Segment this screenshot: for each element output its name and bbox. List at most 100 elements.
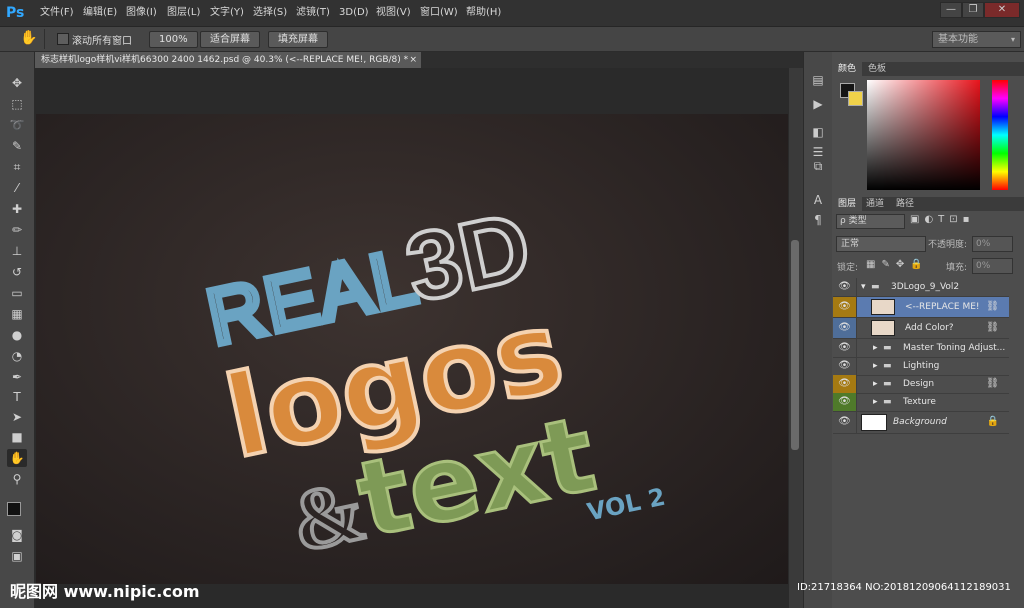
menu-view[interactable]: 视图(V) bbox=[376, 0, 411, 26]
minimize-button[interactable]: — bbox=[940, 2, 962, 18]
lock-icons[interactable]: ▦✎✥🔒 bbox=[866, 259, 929, 270]
menu-type[interactable]: 文字(Y) bbox=[210, 0, 244, 26]
panel-background-swatch[interactable] bbox=[848, 91, 863, 106]
link-icon: ⛓ bbox=[986, 378, 999, 389]
crop-tool-icon[interactable]: ⌗ bbox=[7, 158, 27, 176]
history-icon[interactable]: ▤ bbox=[809, 72, 827, 88]
path-select-icon[interactable]: ➤ bbox=[7, 408, 27, 426]
zoom-tool-icon[interactable]: ⚲ bbox=[7, 470, 27, 488]
menu-layer[interactable]: 图层(L) bbox=[167, 0, 200, 26]
menu-help[interactable]: 帮助(H) bbox=[466, 0, 501, 26]
paragraph-icon[interactable]: ¶ bbox=[809, 212, 827, 228]
history-brush-icon[interactable]: ↺ bbox=[7, 263, 27, 281]
gradient-tool-icon[interactable]: ▦ bbox=[7, 305, 27, 323]
fill-screen-button[interactable]: 填充屏幕 bbox=[268, 31, 328, 48]
menu-image[interactable]: 图像(I) bbox=[126, 0, 157, 26]
disclosure-closed-icon[interactable]: ▸ bbox=[873, 393, 878, 411]
blend-mode-select[interactable]: 正常 bbox=[836, 236, 926, 252]
layer-row-replace-me[interactable]: 👁 <--REPLACE ME! ⛓ bbox=[833, 297, 1009, 318]
artwork-canvas[interactable]: REAL 3D logos & text VOL 2 bbox=[36, 114, 788, 584]
divider bbox=[44, 29, 45, 49]
hand-tool-active-icon[interactable]: ✋ bbox=[7, 449, 27, 467]
close-window-button[interactable]: ✕ bbox=[984, 2, 1020, 18]
healing-brush-icon[interactable]: ✚ bbox=[7, 200, 27, 218]
tab-channels[interactable]: 通道 bbox=[860, 197, 890, 211]
clone-source-icon[interactable]: ⧉ bbox=[809, 158, 827, 174]
visibility-eye-icon[interactable]: 👁 bbox=[833, 357, 857, 375]
visibility-eye-icon[interactable]: 👁 bbox=[833, 339, 857, 357]
foreground-color-swatch[interactable] bbox=[7, 502, 21, 516]
tab-paths[interactable]: 路径 bbox=[890, 197, 920, 211]
scrollbar-thumb[interactable] bbox=[791, 240, 799, 450]
tab-color[interactable]: 颜色 bbox=[832, 62, 863, 76]
restore-button[interactable]: ❐ bbox=[962, 2, 984, 18]
hand-tool-icon[interactable]: ✋ bbox=[20, 30, 37, 46]
layer-row-group-3dlogo[interactable]: 👁 ▾ ▬ 3DLogo_9_Vol2 bbox=[833, 278, 1009, 297]
disclosure-closed-icon[interactable]: ▸ bbox=[873, 339, 878, 357]
panel-icon-strip: ▤ ▶ ◧ ☰ ⧉ A ¶ bbox=[803, 52, 833, 608]
layer-row-design[interactable]: 👁 ▸ ▬ Design ⛓ bbox=[833, 375, 1009, 394]
clone-stamp-icon[interactable]: ⊥ bbox=[7, 242, 27, 260]
disclosure-closed-icon[interactable]: ▸ bbox=[873, 375, 878, 393]
layer-filter-select[interactable]: ρ 类型 bbox=[836, 214, 905, 229]
menu-edit[interactable]: 编辑(E) bbox=[83, 0, 117, 26]
blur-tool-icon[interactable]: ● bbox=[7, 326, 27, 344]
opacity-input[interactable]: 0% bbox=[972, 236, 1013, 252]
menu-file[interactable]: 文件(F) bbox=[40, 0, 74, 26]
watermark-text: 昵图网 www.nipic.com bbox=[10, 582, 200, 601]
move-tool-icon[interactable]: ✥ bbox=[7, 74, 27, 92]
layer-row-master-toning[interactable]: 👁 ▸ ▬ Master Toning Adjust... bbox=[833, 339, 1009, 358]
scroll-all-checkbox[interactable] bbox=[57, 33, 69, 45]
menu-select[interactable]: 选择(S) bbox=[253, 0, 287, 26]
fit-screen-button[interactable]: 适合屏幕 bbox=[200, 31, 260, 48]
options-bar: ✋ 滚动所有窗口 100% 适合屏幕 填充屏幕 基本功能 ▾ bbox=[0, 27, 1024, 52]
folder-icon: ▬ bbox=[883, 379, 892, 389]
color-picker-field[interactable] bbox=[867, 80, 980, 190]
visibility-eye-icon[interactable]: 👁 bbox=[833, 297, 857, 317]
layer-row-add-color[interactable]: 👁 Add Color? ⛓ bbox=[833, 318, 1009, 339]
fill-input[interactable]: 0% bbox=[972, 258, 1013, 274]
menu-filter[interactable]: 滤镜(T) bbox=[296, 0, 330, 26]
visibility-eye-icon[interactable]: 👁 bbox=[833, 411, 857, 433]
document-tab[interactable]: 标志样机logo样机vi样机66300 2400 1462.psd @ 40.3… bbox=[35, 52, 421, 68]
pen-tool-icon[interactable]: ✒ bbox=[7, 368, 27, 386]
type-tool-icon[interactable]: T bbox=[7, 388, 27, 406]
visibility-eye-icon[interactable]: 👁 bbox=[833, 278, 857, 296]
smart-object-thumbnail bbox=[871, 299, 895, 315]
marquee-tool-icon[interactable]: ⬚ bbox=[7, 95, 27, 113]
brush-tool-icon[interactable]: ✏ bbox=[7, 221, 27, 239]
quick-select-tool-icon[interactable]: ✎ bbox=[7, 137, 27, 155]
dodge-tool-icon[interactable]: ◔ bbox=[7, 347, 27, 365]
menu-window[interactable]: 窗口(W) bbox=[420, 0, 458, 26]
opacity-label: 不透明度: bbox=[928, 240, 968, 250]
disclosure-open-icon[interactable]: ▾ bbox=[861, 278, 866, 296]
properties-icon[interactable]: ◧ bbox=[809, 124, 827, 140]
quick-mask-icon[interactable]: ◙ bbox=[7, 526, 27, 544]
character-icon[interactable]: A bbox=[809, 192, 827, 208]
layer-row-texture[interactable]: 👁 ▸ ▬ Texture bbox=[833, 393, 1009, 412]
visibility-eye-icon[interactable]: 👁 bbox=[833, 318, 857, 338]
layer-row-background[interactable]: 👁 Background 🔒 bbox=[833, 411, 1009, 434]
tab-layers[interactable]: 图层 bbox=[832, 197, 863, 211]
visibility-eye-icon[interactable]: 👁 bbox=[833, 375, 857, 393]
filter-icons[interactable]: ▣◐T⊡▪ bbox=[910, 214, 974, 225]
eraser-tool-icon[interactable]: ▭ bbox=[7, 284, 27, 302]
workspace-select[interactable]: 基本功能 ▾ bbox=[932, 31, 1021, 48]
menu-3d[interactable]: 3D(D) bbox=[339, 0, 369, 26]
close-tab-icon[interactable]: × bbox=[409, 52, 417, 68]
layers-panel-tabs: 图层 通道 路径 bbox=[832, 197, 1024, 211]
layer-row-lighting[interactable]: 👁 ▸ ▬ Lighting bbox=[833, 357, 1009, 376]
actions-play-icon[interactable]: ▶ bbox=[809, 96, 827, 112]
visibility-eye-icon[interactable]: 👁 bbox=[833, 393, 857, 411]
shape-tool-icon[interactable]: ■ bbox=[7, 428, 27, 446]
tab-swatches[interactable]: 色板 bbox=[862, 62, 892, 76]
zoom-100-button[interactable]: 100% bbox=[149, 31, 198, 48]
disclosure-closed-icon[interactable]: ▸ bbox=[873, 357, 878, 375]
lasso-tool-icon[interactable]: ➰ bbox=[7, 116, 27, 134]
eyedropper-tool-icon[interactable]: ⁄ bbox=[7, 179, 27, 197]
link-icon: ⛓ bbox=[986, 322, 999, 333]
lock-icon: 🔒 bbox=[986, 416, 999, 427]
folder-icon: ▬ bbox=[883, 397, 892, 407]
hue-slider[interactable] bbox=[992, 80, 1008, 190]
screen-mode-icon[interactable]: ▣ bbox=[7, 547, 27, 565]
